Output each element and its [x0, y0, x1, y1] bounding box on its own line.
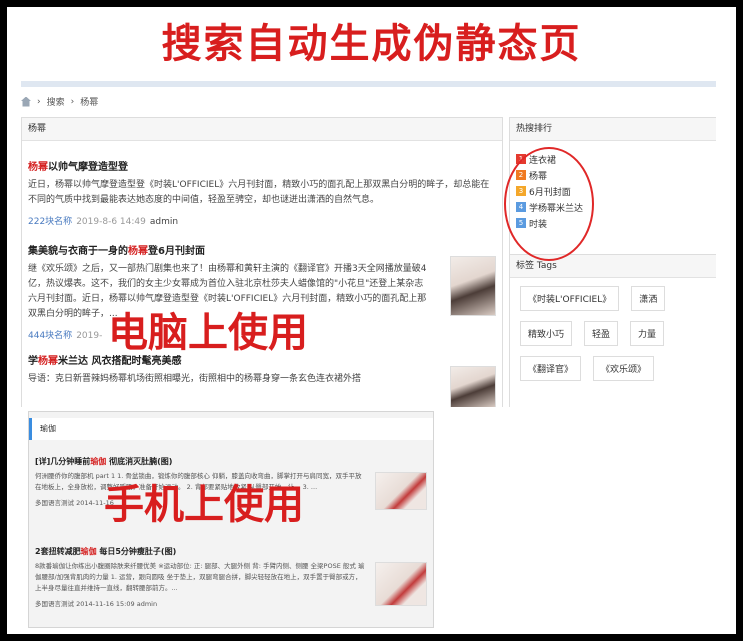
hot-search-header: 热搜排行: [510, 118, 716, 141]
mobile-article-2: 2套扭转减肥瑜伽 每日5分钟瘦肚子(图) 8款番瑜伽让你练出小腹圈除肤来纤腰优美…: [35, 546, 427, 608]
tag[interactable]: 《欢乐颂》: [593, 356, 655, 381]
tag[interactable]: 《时装L'OFFICIEL》: [520, 286, 620, 311]
article-title[interactable]: 集美貌与衣商于一身的杨幂登6月刊封面: [28, 242, 493, 257]
article-excerpt: 8款番瑜伽让你练出小腹圈除肤来纤腰优美 ※运动部位: 正: 腿部、大腿外侧 背:…: [35, 562, 365, 592]
results-header: 杨幂: [22, 118, 502, 141]
article-title[interactable]: 2套扭转减肥瑜伽 每日5分钟瘦肚子(图): [35, 546, 427, 557]
mobile-usage-label: 手机上使用: [104, 482, 304, 528]
breadcrumb-current: 杨幂: [80, 98, 99, 108]
tag-cloud: 《时装L'OFFICIEL》 潇洒 精致小巧 轻盈 力量 《翻译官》 《欢乐颂》: [510, 278, 716, 381]
tag[interactable]: 潇洒: [631, 286, 666, 311]
desktop-screenshot: › 搜索 › 杨幂 杨幂 杨幂以帅气摩登造型登 近日，杨幂以帅气摩登造型登《时装…: [21, 81, 716, 407]
results-panel: 杨幂 杨幂以帅气摩登造型登 近日，杨幂以帅气摩登造型登《时装L'OFFICIEL…: [21, 117, 503, 407]
mobile-header: 瑜伽: [29, 418, 433, 440]
highlight-circle: [504, 147, 594, 261]
article-thumbnail[interactable]: [450, 256, 496, 316]
breadcrumb-search[interactable]: 搜索: [47, 95, 65, 108]
article-thumbnail[interactable]: [450, 366, 496, 407]
home-icon[interactable]: [21, 96, 31, 107]
top-nav-bar: [21, 81, 716, 87]
tag[interactable]: 轻盈: [584, 321, 619, 346]
breadcrumb: › 搜索 › 杨幂: [21, 95, 98, 108]
tag[interactable]: 精致小巧: [520, 321, 573, 346]
tag[interactable]: 《翻译官》: [520, 356, 582, 381]
composite-frame: 搜索自动生成伪静态页 › 搜索 › 杨幂 杨幂 杨幂以帅气摩登造型登 近日，杨幂…: [7, 7, 736, 634]
article-thumbnail[interactable]: [375, 472, 427, 510]
article-site-link[interactable]: 444块名称: [28, 331, 72, 341]
article-title[interactable]: 杨幂以帅气摩登造型登: [28, 158, 493, 173]
article-1: 杨幂以帅气摩登造型登 近日，杨幂以帅气摩登造型登《时装L'OFFICIEL》六月…: [28, 158, 493, 227]
article-excerpt: 导语：克日新晋辣妈杨幂机场街照相曝光，街照相中的杨幂身穿一条玄色连衣裙外搭: [28, 374, 362, 384]
article-title[interactable]: [详]几分钟睡前瑜伽 彻底消灭肚腩(图): [35, 456, 427, 467]
banner-title: 搜索自动生成伪静态页: [161, 21, 582, 67]
tags-panel: 标签 Tags 《时装L'OFFICIEL》 潇洒 精致小巧 轻盈 力量 《翻译…: [509, 254, 716, 407]
pc-usage-label: 电脑上使用: [108, 310, 308, 356]
article-excerpt: 近日，杨幂以帅气摩登造型登《时装L'OFFICIEL》六月刊封面，精致小巧的面孔…: [28, 180, 490, 205]
article-meta: 多国语言测试 2014-11-16 15:09 admin: [35, 600, 158, 608]
article-meta: 222块名称 2019-8-6 14:49 admin: [28, 217, 179, 227]
article-thumbnail[interactable]: [375, 562, 427, 606]
article-site-link[interactable]: 222块名称: [28, 217, 72, 227]
article-3: 学杨幂米兰达 风衣搭配时髦亮美感 导语：克日新晋辣妈杨幂机场街照相曝光，街照相中…: [28, 352, 496, 407]
tag[interactable]: 力量: [630, 321, 665, 346]
